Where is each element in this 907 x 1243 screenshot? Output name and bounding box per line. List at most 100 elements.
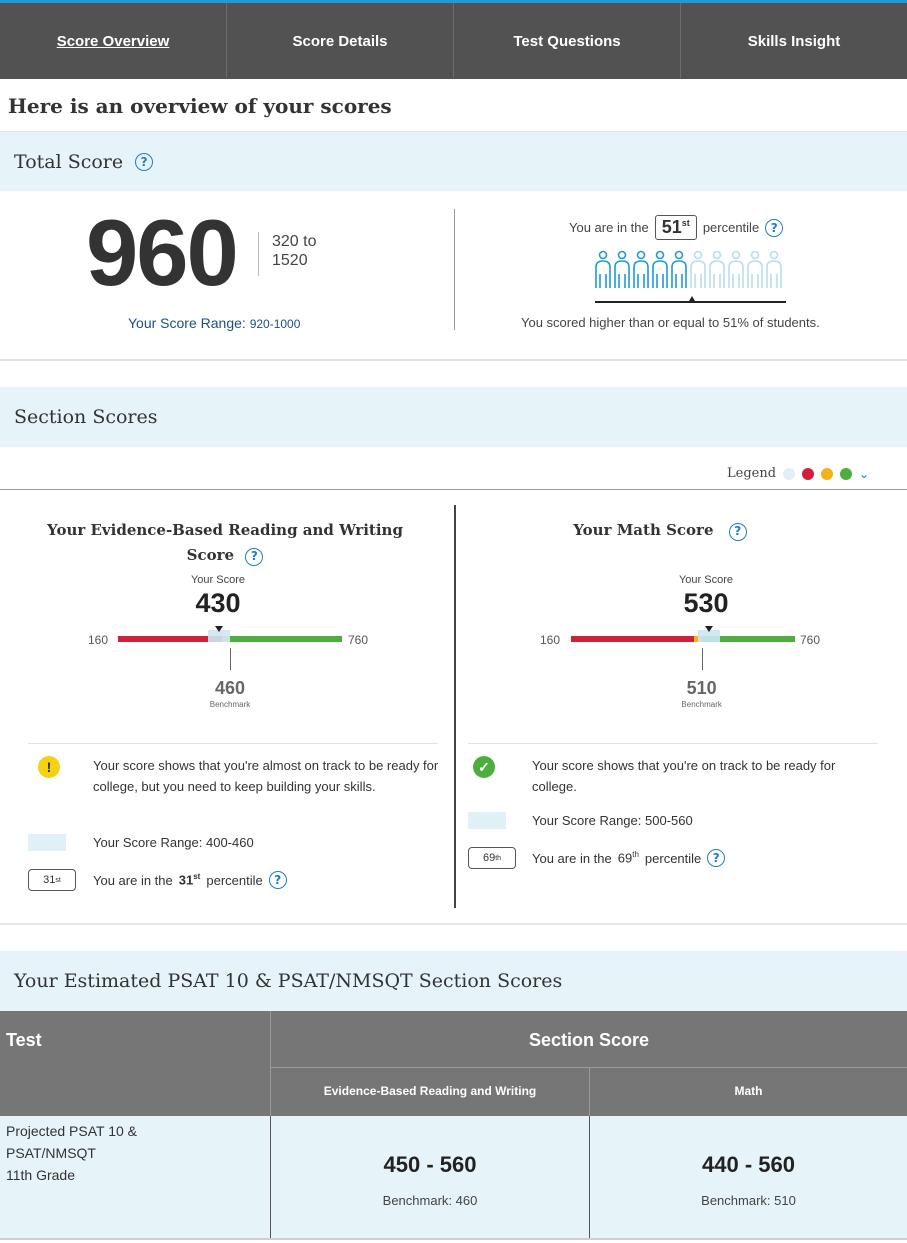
page-title: Here is an overview of your scores <box>8 94 392 118</box>
legend-toggle[interactable]: Legend ⌄ <box>727 466 869 481</box>
help-icon[interactable]: ? <box>268 871 287 889</box>
tab-test-questions[interactable]: Test Questions <box>454 3 681 79</box>
percentile-suffix: percentile <box>206 872 263 888</box>
divider <box>0 923 907 925</box>
top-nav: Score Overview Score Details Test Questi… <box>0 0 907 79</box>
math-score: 530 <box>683 588 729 618</box>
legend-yellow-dot <box>821 467 834 480</box>
math-min: 160 <box>540 633 561 647</box>
row-label-line2: PSAT/NMSQT <box>6 1145 96 1161</box>
col-math: Math <box>734 1084 763 1098</box>
legend-range-dot <box>783 467 796 480</box>
math-projected-benchmark: Benchmark: 510 <box>701 1193 796 1208</box>
col-section-score: Section Score <box>528 1030 650 1050</box>
percentile-suffix: st <box>681 218 690 228</box>
person-icon <box>709 250 725 288</box>
help-icon[interactable]: ? <box>707 849 726 867</box>
ebrw-title: Your Evidence-Based Reading and Writing … <box>40 518 410 568</box>
ebrw-score-bar <box>118 626 342 642</box>
person-icon <box>766 250 782 288</box>
range-label: Your Score Range: <box>128 315 246 331</box>
percentile-suffix: percentile <box>644 850 702 866</box>
math-message: Your score shows that you're on track to… <box>532 758 836 794</box>
help-icon[interactable]: ? <box>135 152 154 171</box>
divider <box>0 1238 907 1240</box>
percentile-sup: st <box>193 872 201 882</box>
score-marker <box>214 626 223 632</box>
ebrw-min: 160 <box>88 633 109 647</box>
person-icon <box>747 250 763 288</box>
person-icon <box>595 250 611 288</box>
math-title: Your Math Score ? <box>500 518 820 543</box>
person-icon <box>671 250 687 288</box>
range-swatch <box>468 812 506 829</box>
percentile-num: 31 <box>178 872 194 888</box>
math-your-score-label: Your Score <box>678 574 734 586</box>
person-icon <box>690 250 706 288</box>
ebrw-title-line1: Your Evidence-Based Reading and Writing <box>47 521 403 539</box>
scale-from: 320 to <box>272 233 317 250</box>
math-max: 760 <box>800 633 821 647</box>
total-score-range: Your Score Range: 920-1000 <box>128 315 300 331</box>
total-score-title: Total Score <box>14 150 124 173</box>
chip-sup: th <box>495 854 502 862</box>
ebrw-message: Your score shows that you're almost on t… <box>93 758 439 794</box>
math-benchmark: 510 <box>686 678 717 698</box>
percentile-baseline <box>595 301 786 303</box>
check-icon: ✓ <box>473 756 495 778</box>
benchmark-label: Benchmark <box>209 700 251 709</box>
tab-label: Skills Insight <box>747 32 841 50</box>
chevron-down-icon: ⌄ <box>859 466 870 481</box>
legend-red-dot <box>802 467 815 480</box>
percentile-people-graphic <box>595 250 782 288</box>
person-icon <box>633 250 649 288</box>
math-projected-range: 440 - 560 <box>702 1152 795 1177</box>
ebrw-score: 430 <box>195 588 241 618</box>
ebrw-max: 760 <box>348 633 369 647</box>
estimate-header: Your Estimated PSAT 10 & PSAT/NMSQT Sect… <box>0 951 907 1011</box>
table-header-test-cell <box>0 1011 271 1116</box>
percentile-prefix: You are in the <box>93 872 173 888</box>
col-ebrw: Evidence-Based Reading and Writing <box>323 1084 537 1098</box>
math-score-bar <box>571 626 795 642</box>
math-percentile-chip: 69th <box>468 847 516 869</box>
row-test-label: Projected PSAT 10 & PSAT/NMSQT 11th Grad… <box>6 1120 137 1186</box>
divider <box>0 489 907 490</box>
help-icon[interactable]: ? <box>765 218 784 237</box>
chip-num: 31 <box>43 874 56 886</box>
warning-icon: ! <box>38 756 60 778</box>
ebrw-benchmark: 460 <box>214 678 246 698</box>
bar-green-segment <box>230 636 342 642</box>
tab-score-overview[interactable]: Score Overview <box>0 3 227 79</box>
chip-sup: st <box>55 876 61 884</box>
tab-score-details[interactable]: Score Details <box>227 3 454 79</box>
score-marker <box>705 626 714 632</box>
row-label-line3: 11th Grade <box>6 1167 76 1183</box>
benchmark-label: Benchmark <box>681 700 722 709</box>
percentile-badge: 51st <box>654 215 697 240</box>
total-score-scale: 320 to 1520 <box>258 232 316 276</box>
legend-green-dot <box>840 467 853 480</box>
total-score-header: Total Score ? <box>0 131 907 191</box>
ebrw-percentile-chip: 31st <box>28 869 76 891</box>
section-scores-title: Section Scores <box>14 406 158 428</box>
tab-label: Score Overview <box>56 32 170 50</box>
percentile-prefix: You are in the <box>569 220 649 235</box>
divider <box>454 209 455 330</box>
ebrw-projected-range: 450 - 560 <box>383 1152 477 1177</box>
total-percentile-line: You are in the 51st percentile ? <box>569 215 784 240</box>
tab-skills-insight[interactable]: Skills Insight <box>681 3 907 79</box>
help-icon[interactable]: ? <box>728 522 747 541</box>
ebrw-range-text: Your Score Range: 400-460 <box>93 835 254 850</box>
ebrw-projected-benchmark: Benchmark: 460 <box>382 1193 478 1208</box>
help-icon[interactable]: ? <box>245 547 264 566</box>
range-swatch <box>28 834 66 851</box>
total-score-value: 960 <box>86 200 239 305</box>
benchmark-tick <box>701 648 703 670</box>
tab-label: Score Details <box>292 32 388 50</box>
tab-label: Test Questions <box>513 32 621 50</box>
math-percentile-text: You are in the 69th percentile ? <box>532 849 726 867</box>
percentile-sup: th <box>632 850 639 860</box>
math-title-text: Your Math Score <box>573 521 714 539</box>
ebrw-percentile-text: You are in the 31st percentile ? <box>93 871 287 889</box>
